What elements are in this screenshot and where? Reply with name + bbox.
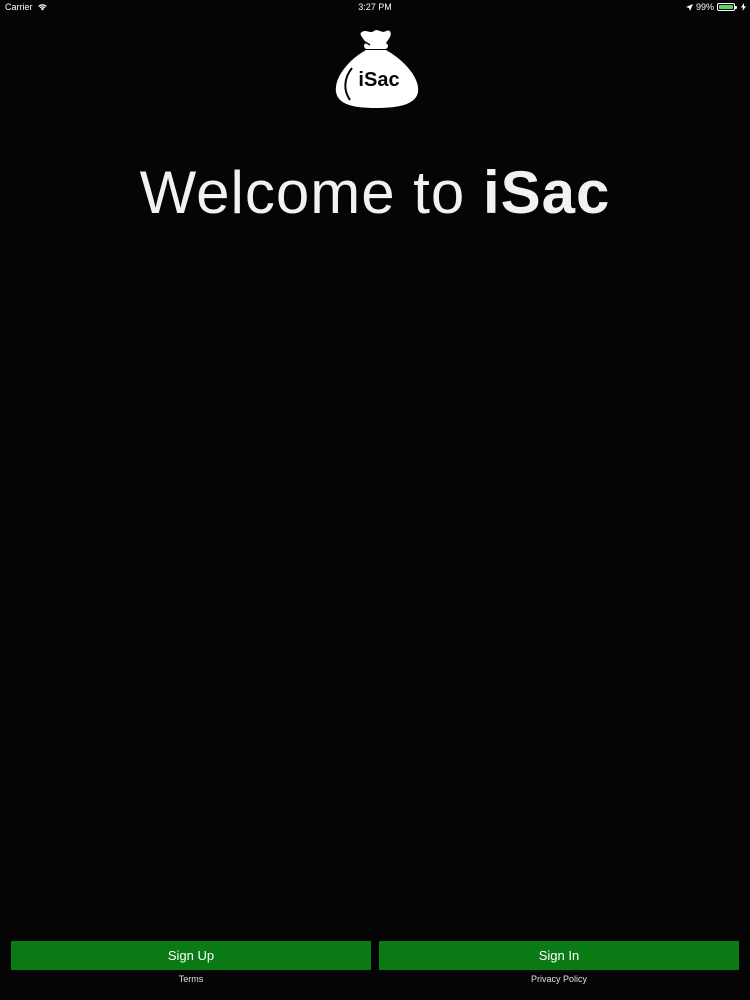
battery-fill xyxy=(719,5,733,9)
location-arrow-icon xyxy=(685,3,693,11)
isac-logo: iSac xyxy=(330,28,422,110)
logo-text: iSac xyxy=(358,69,399,91)
battery-percent: 99% xyxy=(695,2,714,12)
welcome-screen: Carrier 3:27 PM 99% iSac Welcome to iSac… xyxy=(0,0,750,1000)
sign-up-button[interactable]: Sign Up xyxy=(11,941,371,970)
charging-bolt-icon xyxy=(741,3,746,11)
status-right: 99% xyxy=(685,2,746,12)
title-brand: iSac xyxy=(482,159,611,226)
sign-in-button[interactable]: Sign In xyxy=(379,941,739,970)
status-time: 3:27 PM xyxy=(358,2,392,12)
battery-icon xyxy=(717,3,737,11)
welcome-title: Welcome to iSac xyxy=(0,158,750,227)
terms-link[interactable]: Terms xyxy=(11,974,371,984)
money-bag-icon: iSac xyxy=(335,30,419,108)
privacy-policy-link[interactable]: Privacy Policy xyxy=(379,974,739,984)
title-prefix: Welcome to xyxy=(139,159,483,226)
status-bar: Carrier 3:27 PM 99% xyxy=(0,0,750,16)
